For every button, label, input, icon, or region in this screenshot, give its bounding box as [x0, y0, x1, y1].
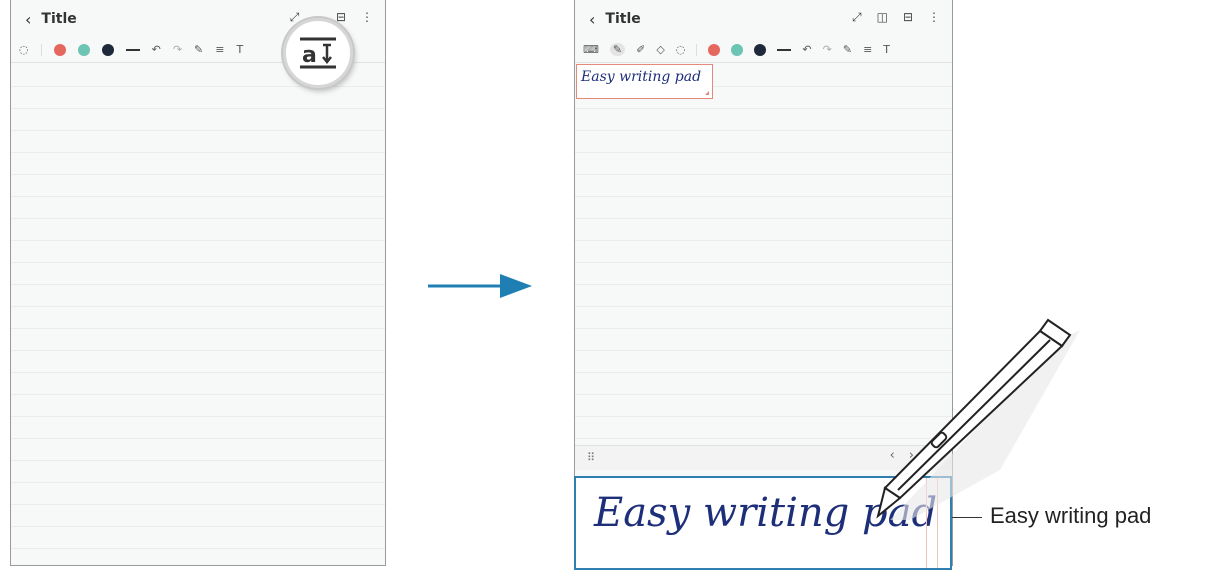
color-dark-swatch[interactable] — [754, 43, 767, 56]
back-button[interactable]: ‹ — [25, 10, 31, 29]
pad-prev-button[interactable]: ‹ — [890, 448, 909, 463]
more-icon[interactable]: ⋮ — [928, 10, 940, 25]
writing-pad-bar: ⠿ ‹› — [575, 445, 952, 470]
page-icon[interactable]: ⊟ — [336, 10, 346, 25]
callout-label: Easy writing pad — [990, 503, 1152, 528]
handwriting-to-text-icon[interactable]: a — [296, 33, 340, 73]
undo-icon[interactable]: ↶ — [152, 43, 161, 56]
color-red-swatch[interactable] — [53, 43, 66, 56]
toolbar-divider — [40, 43, 42, 56]
lasso-icon[interactable]: ◌ — [19, 43, 29, 56]
color-teal-swatch[interactable] — [77, 43, 90, 56]
lasso-icon[interactable]: ◌ — [676, 43, 686, 56]
color-dark-swatch[interactable] — [101, 43, 114, 56]
toolbar-divider — [696, 43, 698, 56]
keyboard-icon[interactable]: ⌨ — [583, 43, 599, 56]
text-style-icon[interactable]: ≡ — [863, 43, 872, 56]
note-title[interactable]: Title — [41, 11, 76, 27]
writing-pad[interactable]: Easy writing pad — [574, 476, 952, 570]
eraser-icon[interactable]: ◇ — [656, 43, 664, 56]
pad-next-button[interactable]: › — [909, 448, 928, 463]
magnifier-callout: a — [283, 18, 353, 88]
converted-text-box[interactable]: Easy writing pad — [576, 64, 713, 99]
line-weight-icon[interactable] — [777, 48, 792, 51]
pad-navigation: ‹› — [890, 448, 928, 463]
writing-pad-icon[interactable]: T — [883, 43, 890, 56]
pen-toolbar: ⌨ ✎ ✐ ◇ ◌ ↶ ↷ ✎ ≡ T — [575, 37, 952, 63]
resize-handle[interactable] — [705, 91, 709, 95]
pen-settings-icon[interactable]: ✎ — [843, 43, 852, 56]
writing-pad-icon[interactable]: T — [236, 43, 243, 56]
note-canvas[interactable] — [11, 65, 385, 565]
redo-icon[interactable]: ↷ — [823, 43, 832, 56]
converted-text: Easy writing pad — [581, 69, 702, 85]
handwriting-text: Easy writing pad — [594, 490, 938, 536]
line-weight-icon[interactable] — [125, 48, 140, 51]
more-icon[interactable]: ⋮ — [361, 10, 373, 25]
transition-arrow-icon — [428, 274, 532, 298]
text-style-icon[interactable]: ≡ — [215, 43, 224, 56]
callout-line — [952, 517, 982, 518]
highlighter-icon[interactable]: ✐ — [636, 43, 645, 56]
note-title[interactable]: Title — [605, 11, 640, 27]
drag-handle-icon[interactable]: ⠿ — [587, 451, 595, 464]
color-teal-swatch[interactable] — [731, 43, 744, 56]
split-view-icon[interactable]: ◫ — [877, 10, 888, 25]
redo-icon[interactable]: ↷ — [173, 43, 182, 56]
pen-settings-icon[interactable]: ✎ — [194, 43, 203, 56]
svg-text:a: a — [302, 43, 317, 68]
page-icon[interactable]: ⊟ — [903, 10, 913, 25]
pad-margin-guide — [926, 478, 938, 568]
expand-icon[interactable]: ⤢ — [852, 10, 862, 25]
header-icons: ⤢ ◫ ⊟ ⋮ — [852, 10, 940, 25]
undo-icon[interactable]: ↶ — [802, 43, 811, 56]
pen-icon[interactable]: ✎ — [609, 43, 626, 56]
color-red-swatch[interactable] — [708, 43, 721, 56]
back-button[interactable]: ‹ — [589, 10, 595, 29]
